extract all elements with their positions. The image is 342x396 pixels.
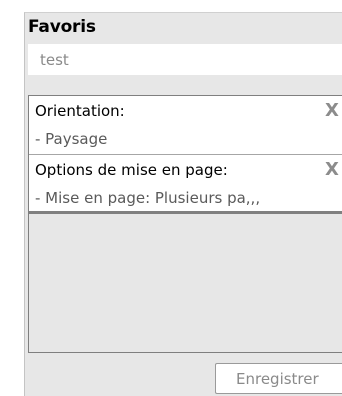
item-value: - Mise en page: Plusieurs pa,,, — [35, 189, 261, 207]
save-button[interactable]: Enregistrer — [215, 363, 342, 394]
item-label: Options de mise en page: — [35, 161, 228, 179]
favorite-settings-list: Orientation: X - Paysage Options de mise… — [28, 95, 342, 353]
item-value: - Paysage — [35, 130, 108, 148]
list-item-layout-options[interactable]: Options de mise en page: X - Mise en pag… — [29, 155, 342, 214]
panel-title: Favoris — [28, 17, 96, 37]
remove-icon[interactable]: X — [325, 100, 339, 121]
remove-icon[interactable]: X — [325, 159, 339, 180]
item-label: Orientation: — [35, 102, 125, 120]
favorites-panel: Favoris Orientation: X - Paysage Options… — [24, 12, 342, 396]
favorite-name-input[interactable] — [28, 44, 342, 75]
list-item-orientation[interactable]: Orientation: X - Paysage — [29, 96, 342, 155]
